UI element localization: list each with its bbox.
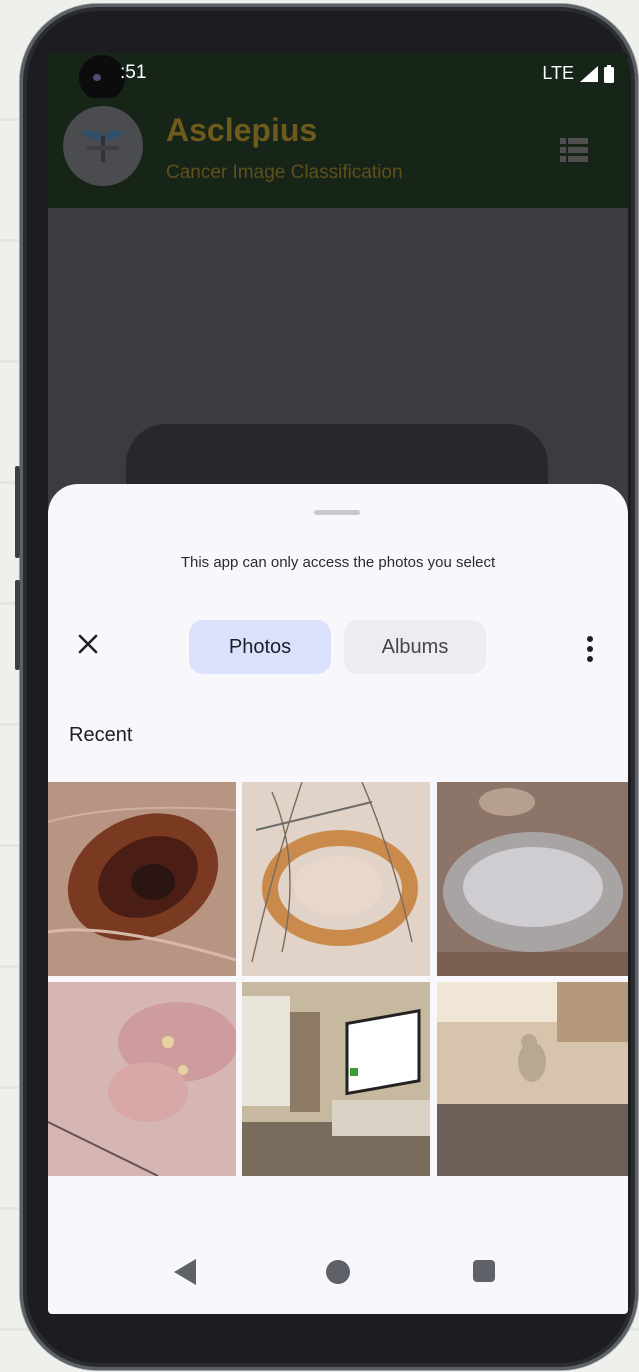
- photo-thumbnail-3[interactable]: [437, 782, 628, 976]
- phone-side-button-upper: [15, 466, 20, 558]
- tab-albums[interactable]: Albums: [344, 620, 486, 674]
- photo-thumbnail-4[interactable]: [48, 982, 236, 1176]
- photo-thumbnail-5[interactable]: [242, 982, 430, 1176]
- recents-icon[interactable]: [473, 1260, 495, 1282]
- drag-handle[interactable]: [314, 510, 360, 515]
- living-room-tv-checkerboard-photo: [242, 982, 430, 1176]
- skin-lesion-dark-mole-photo: [48, 782, 236, 976]
- phone-side-button-lower: [15, 580, 20, 670]
- status-time: :51: [120, 62, 147, 83]
- close-icon[interactable]: [74, 630, 102, 658]
- system-nav-bar: [48, 1244, 628, 1304]
- recent-section-label: Recent: [69, 724, 133, 746]
- home-icon[interactable]: [326, 1260, 350, 1284]
- phone-screen: :51 LTE Asclepius Cancer Image Classific…: [48, 52, 628, 1314]
- photo-thumbnail-6[interactable]: [437, 982, 628, 1176]
- picker-info-text: This app can only access the photos you …: [180, 554, 496, 571]
- room-with-cat-on-floor-photo: [437, 982, 628, 1176]
- skin-lesion-ring-with-ruler-photo: [242, 782, 430, 976]
- network-type: LTE: [542, 63, 574, 83]
- list-menu-icon[interactable]: [560, 138, 588, 162]
- app-title: Asclepius: [166, 112, 318, 148]
- tab-photos[interactable]: Photos: [189, 620, 331, 674]
- battery-icon: [604, 64, 614, 83]
- signal-icon: [580, 65, 598, 82]
- status-indicators: LTE: [542, 63, 614, 84]
- back-icon[interactable]: [174, 1259, 196, 1285]
- photo-thumbnail-2[interactable]: [242, 782, 430, 976]
- app-subtitle: Cancer Image Classification: [166, 162, 403, 183]
- photo-picker-sheet: This app can only access the photos you …: [48, 484, 628, 1314]
- more-options-icon[interactable]: [578, 634, 602, 664]
- skin-lesion-crusted-closeup-photo: [437, 782, 628, 976]
- status-bar: :51 LTE: [48, 52, 628, 101]
- skin-rash-with-ruler-photo: [48, 982, 236, 1176]
- app-logo: [63, 106, 143, 186]
- front-camera: [79, 55, 125, 101]
- photo-thumbnail-1[interactable]: [48, 782, 236, 976]
- caduceus-logo-icon: [81, 130, 125, 162]
- photo-grid: [48, 782, 628, 1178]
- app-bar: Asclepius Cancer Image Classification: [48, 98, 628, 208]
